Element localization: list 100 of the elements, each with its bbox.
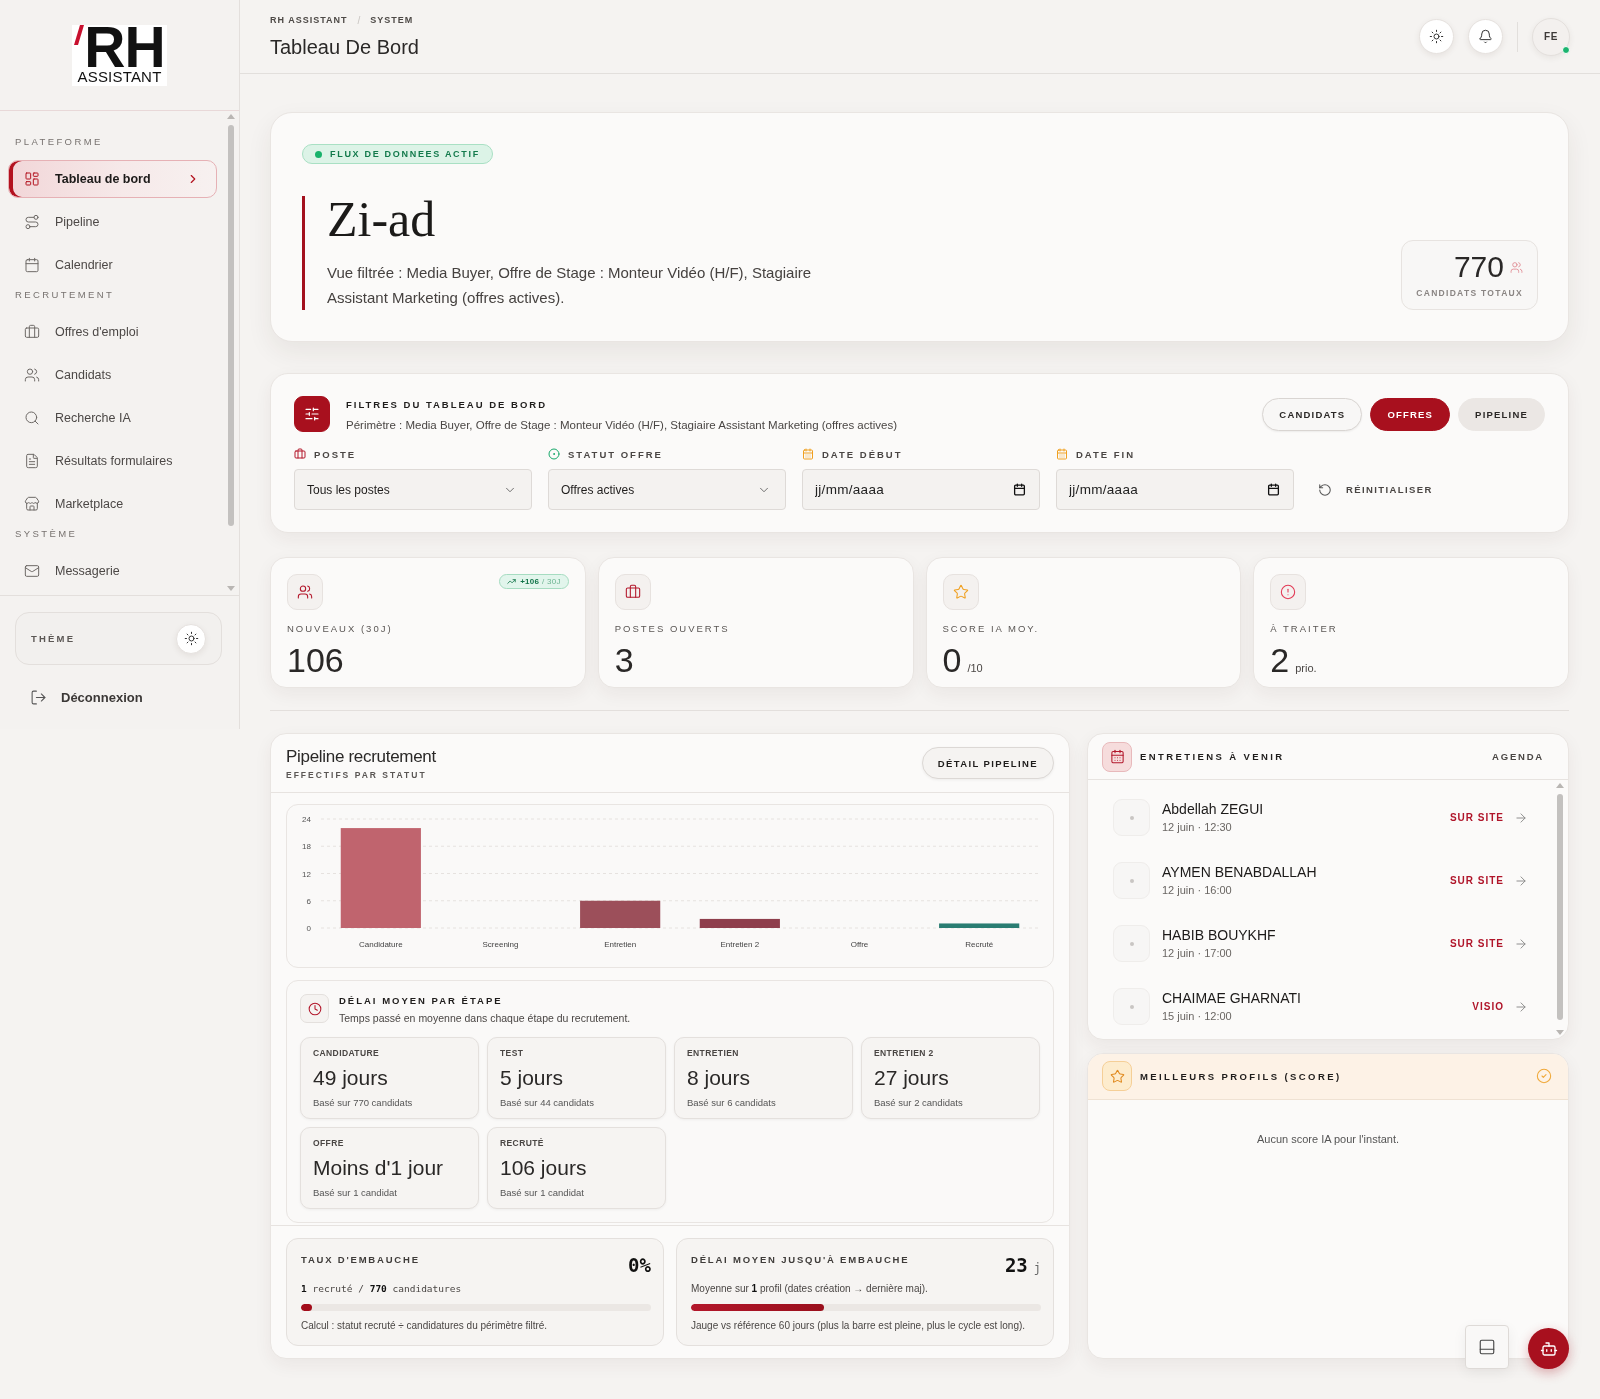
- kpi-value: 3: [614, 643, 634, 677]
- theme-toggle-button[interactable]: [176, 623, 206, 654]
- interview-time: 12 juin · 16:00: [1162, 884, 1233, 897]
- stage-label: ENTRETIEN: [687, 1048, 740, 1058]
- star-icon: [942, 574, 979, 610]
- logo-mark: RH: [84, 24, 165, 69]
- reset-button[interactable]: RÉINITIALISER: [1310, 469, 1441, 510]
- axis-category-label: Entretien: [604, 940, 637, 949]
- axis-tick-label: 24: [302, 815, 311, 824]
- stage-duration: 27 jours: [874, 1066, 950, 1090]
- avatar-placeholder: [1113, 925, 1150, 962]
- mail-icon: [24, 563, 40, 579]
- avatar-placeholder: [1113, 988, 1150, 1025]
- select-field[interactable]: Tous les postes: [294, 469, 532, 510]
- sun-icon: [1429, 29, 1444, 44]
- view-tab[interactable]: PIPELINE: [1458, 398, 1545, 431]
- clock-icon: [300, 994, 329, 1023]
- logout-icon: [30, 688, 47, 706]
- bell-icon: [1478, 29, 1493, 44]
- logo-slash-icon: [74, 24, 85, 45]
- filter-label: STATUT OFFRE: [568, 448, 663, 460]
- stage-basis: Basé sur 2 candidats: [874, 1097, 964, 1108]
- star-icon: [1102, 1061, 1132, 1091]
- kpi-unit: /10: [967, 662, 983, 674]
- breadcrumb-separator: /: [357, 14, 361, 26]
- calendar-icon: [24, 257, 40, 273]
- date-field[interactable]: jj/mm/aaaa: [1056, 469, 1294, 510]
- metric-note: Calcul : statut recruté ÷ candidatures du périmètre filtré.: [301, 1319, 549, 1332]
- interview-mode[interactable]: VISIO: [1472, 1001, 1504, 1012]
- briefcase-icon: [614, 574, 651, 610]
- stat-value: 770: [1453, 250, 1504, 284]
- calendar-icon: [802, 448, 814, 460]
- kpi-value: 2: [1270, 643, 1290, 677]
- notifications-button[interactable]: [1468, 19, 1503, 54]
- nav-item[interactable]: Messagerie: [8, 552, 217, 590]
- nav-item[interactable]: Calendrier: [8, 246, 217, 284]
- interview-mode[interactable]: SUR SITE: [1449, 812, 1504, 823]
- theme-toggle-button[interactable]: [1419, 19, 1454, 54]
- logo-wordmark: ASSISTANT: [77, 68, 162, 85]
- metric-unit: j: [1033, 1261, 1041, 1275]
- view-tab[interactable]: OFFRES: [1370, 398, 1451, 431]
- hero-description: Vue filtrée : Media Buyer, Offre de Stage : Monteur Vidéo (H/F), Stagiaire Assistant Marketing (offres actives).: [327, 263, 813, 308]
- trend-text: +106 / 30J: [520, 577, 561, 586]
- panel-button[interactable]: [1465, 1325, 1509, 1369]
- route-icon: [24, 214, 40, 230]
- calendar-icon: [1267, 483, 1280, 496]
- nav-item[interactable]: Tableau de bord: [8, 160, 217, 198]
- nav-item[interactable]: Recherche IA: [8, 399, 217, 437]
- calendar-icon: [1013, 483, 1026, 496]
- status-label: FLUX DE DONNEES ACTIF: [330, 149, 480, 159]
- filter-label: POSTE: [314, 448, 357, 460]
- candidate-name: AYMEN BENABDALLAH: [1162, 864, 1317, 880]
- stat-label: CANDIDATS TOTAUX: [1416, 288, 1523, 298]
- interview-time: 15 juin · 12:00: [1162, 1010, 1233, 1023]
- view-tab[interactable]: CANDIDATS: [1262, 398, 1363, 431]
- section-title: DÉLAI MOYEN PAR ÉTAPE: [339, 995, 504, 1007]
- breadcrumb-item[interactable]: RH ASSISTANT: [270, 14, 348, 26]
- date-field[interactable]: jj/mm/aaaa: [802, 469, 1040, 510]
- calendar-icon: [1102, 741, 1132, 772]
- metric-title: TAUX D'EMBAUCHE: [301, 1253, 420, 1266]
- section-label: RECRUTEMENT: [14, 289, 116, 301]
- nav-item[interactable]: Offres d'emploi: [8, 313, 217, 351]
- nav-item[interactable]: Candidats: [8, 356, 217, 394]
- kpi-label: À TRAITER: [1270, 623, 1339, 635]
- candidate-name: HABIB BOUYKHF: [1162, 927, 1276, 943]
- select-field[interactable]: Offres actives: [548, 469, 786, 510]
- store-icon: [24, 496, 40, 512]
- interview-mode[interactable]: SUR SITE: [1449, 938, 1504, 949]
- briefcase-icon: [24, 324, 40, 340]
- stage-label: ENTRETIEN 2: [874, 1048, 935, 1058]
- axis-category-label: Candidature: [359, 940, 403, 949]
- trending-up-icon: [507, 577, 517, 586]
- pipeline-detail-button[interactable]: DÉTAIL PIPELINE: [921, 747, 1054, 779]
- stage-basis: Basé sur 1 candidat: [313, 1187, 398, 1198]
- nav-item[interactable]: Résultats formulaires: [8, 442, 217, 480]
- metric-note: Jauge vs référence 60 jours (plus la barre est pleine, plus le cycle est long).: [691, 1319, 1027, 1332]
- candidate-name: Abdellah ZEGUI: [1162, 801, 1264, 817]
- agenda-link[interactable]: AGENDA: [1492, 751, 1544, 762]
- users-icon: [1510, 260, 1523, 274]
- page-title: Tableau De Bord: [270, 34, 419, 59]
- kpi-unit: prio.: [1295, 662, 1317, 674]
- interview-mode[interactable]: SUR SITE: [1449, 875, 1504, 886]
- breadcrumb-item[interactable]: SYSTEM: [370, 14, 414, 26]
- logout-link[interactable]: Déconnexion: [0, 675, 239, 719]
- scrollbar[interactable]: [1556, 783, 1564, 1035]
- nav-item[interactable]: Pipeline: [8, 203, 217, 241]
- stage-label: OFFRE: [313, 1138, 345, 1148]
- nav-item[interactable]: Marketplace: [8, 485, 217, 523]
- section-label: PLATEFORME: [14, 136, 104, 148]
- reset-icon: [1318, 482, 1332, 497]
- briefcase-icon: [294, 448, 306, 460]
- empty-message: Aucun score IA pour l'instant.: [1255, 1131, 1401, 1145]
- card-title: ENTRETIENS À VENIR: [1140, 751, 1285, 762]
- axis-category-label: Entretien 2: [720, 940, 760, 949]
- robot-icon: [1539, 1339, 1558, 1358]
- metric-detail: Moyenne sur 1 profil (dates création → dernière maj).: [691, 1283, 929, 1295]
- stage-basis: Basé sur 44 candidats: [500, 1097, 595, 1108]
- card-title: MEILLEURS PROFILS (SCORE): [1140, 1070, 1342, 1082]
- scrollbar[interactable]: [227, 114, 235, 591]
- user-avatar[interactable]: FE: [1532, 17, 1570, 56]
